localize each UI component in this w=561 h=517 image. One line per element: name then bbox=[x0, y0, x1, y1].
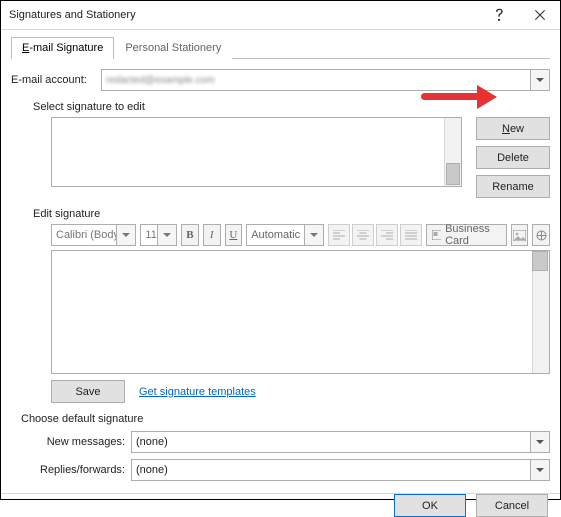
get-templates-link[interactable]: Get signature templates bbox=[139, 386, 256, 398]
new-button[interactable]: New bbox=[476, 117, 550, 140]
replies-forwards-combo[interactable]: (none) bbox=[131, 459, 550, 481]
signature-buttons: New Delete Rename bbox=[476, 117, 550, 198]
bold-button[interactable]: B bbox=[181, 224, 199, 246]
scrollbar[interactable] bbox=[444, 118, 461, 186]
business-card-button[interactable]: Business Card bbox=[426, 224, 507, 246]
delete-button[interactable]: Delete bbox=[476, 146, 550, 169]
align-justify-button[interactable] bbox=[400, 224, 422, 246]
new-messages-label: New messages: bbox=[21, 436, 131, 448]
new-messages-row: New messages: (none) bbox=[21, 431, 550, 453]
chevron-down-icon bbox=[530, 460, 549, 480]
align-center-button[interactable] bbox=[352, 224, 374, 246]
email-account-label: E-mail account: bbox=[11, 74, 101, 86]
signature-listbox[interactable] bbox=[51, 117, 462, 187]
tabstrip: E-mail Signature Personal Stationery bbox=[11, 36, 550, 59]
new-messages-combo[interactable]: (none) bbox=[131, 431, 550, 453]
replies-forwards-row: Replies/forwards: (none) bbox=[21, 459, 550, 481]
tab-personal-stationery[interactable]: Personal Stationery bbox=[114, 37, 232, 59]
dialog-footer: OK Cancel bbox=[1, 493, 560, 517]
scrollbar[interactable] bbox=[532, 251, 549, 373]
chevron-down-icon bbox=[157, 225, 176, 245]
font-value: Calibri (Body) bbox=[56, 229, 123, 241]
window-title: Signatures and Stationery bbox=[9, 9, 480, 21]
signature-editor[interactable] bbox=[51, 250, 550, 374]
email-account-value: redacted@example.com bbox=[106, 75, 545, 86]
font-combo[interactable]: Calibri (Body) bbox=[51, 224, 136, 246]
replies-forwards-value: (none) bbox=[136, 464, 545, 476]
replies-forwards-label: Replies/forwards: bbox=[21, 464, 131, 476]
chevron-down-icon bbox=[530, 432, 549, 452]
scroll-thumb[interactable] bbox=[532, 251, 548, 271]
rename-button[interactable]: Rename bbox=[476, 175, 550, 198]
edit-signature-label: Edit signature bbox=[33, 208, 550, 220]
dialog-body: E-mail Signature Personal Stationery E-m… bbox=[1, 30, 560, 493]
cancel-button[interactable]: Cancel bbox=[476, 494, 548, 517]
help-button[interactable] bbox=[480, 1, 520, 29]
business-card-label: Business Card bbox=[445, 223, 500, 247]
signature-list-row: New Delete Rename bbox=[11, 117, 550, 198]
chevron-down-icon bbox=[530, 70, 549, 90]
email-account-combo[interactable]: redacted@example.com bbox=[101, 69, 550, 91]
email-account-row: E-mail account: redacted@example.com bbox=[11, 69, 550, 91]
font-color-value: Automatic bbox=[251, 229, 300, 241]
font-size-value: 11 bbox=[145, 229, 156, 241]
close-button[interactable] bbox=[520, 1, 560, 29]
defaults-header: Choose default signature bbox=[21, 413, 550, 425]
italic-button[interactable]: I bbox=[203, 224, 221, 246]
insert-hyperlink-button[interactable] bbox=[532, 224, 550, 246]
font-size-combo[interactable]: 11 bbox=[140, 224, 177, 246]
chevron-down-icon bbox=[116, 225, 135, 245]
titlebar: Signatures and Stationery bbox=[1, 1, 560, 30]
chevron-down-icon bbox=[304, 225, 323, 245]
format-toolbar: Calibri (Body) 11 B I U Automatic bbox=[51, 224, 550, 246]
align-group bbox=[328, 224, 422, 246]
scroll-thumb[interactable] bbox=[446, 163, 460, 185]
save-row: Save Get signature templates bbox=[51, 380, 550, 403]
font-color-combo[interactable]: Automatic bbox=[246, 224, 324, 246]
ok-button[interactable]: OK bbox=[394, 494, 466, 517]
card-icon bbox=[432, 230, 441, 240]
new-messages-value: (none) bbox=[136, 436, 545, 448]
underline-button[interactable]: U bbox=[225, 224, 243, 246]
save-button[interactable]: Save bbox=[51, 380, 125, 403]
insert-picture-button[interactable] bbox=[511, 224, 529, 246]
signatures-dialog: Signatures and Stationery E-mail Signatu… bbox=[0, 0, 561, 500]
defaults-section: Choose default signature New messages: (… bbox=[21, 413, 550, 487]
align-right-button[interactable] bbox=[376, 224, 398, 246]
select-signature-label: Select signature to edit bbox=[33, 101, 550, 113]
align-left-button[interactable] bbox=[328, 224, 350, 246]
tab-email-signature[interactable]: E-mail Signature bbox=[11, 37, 114, 59]
